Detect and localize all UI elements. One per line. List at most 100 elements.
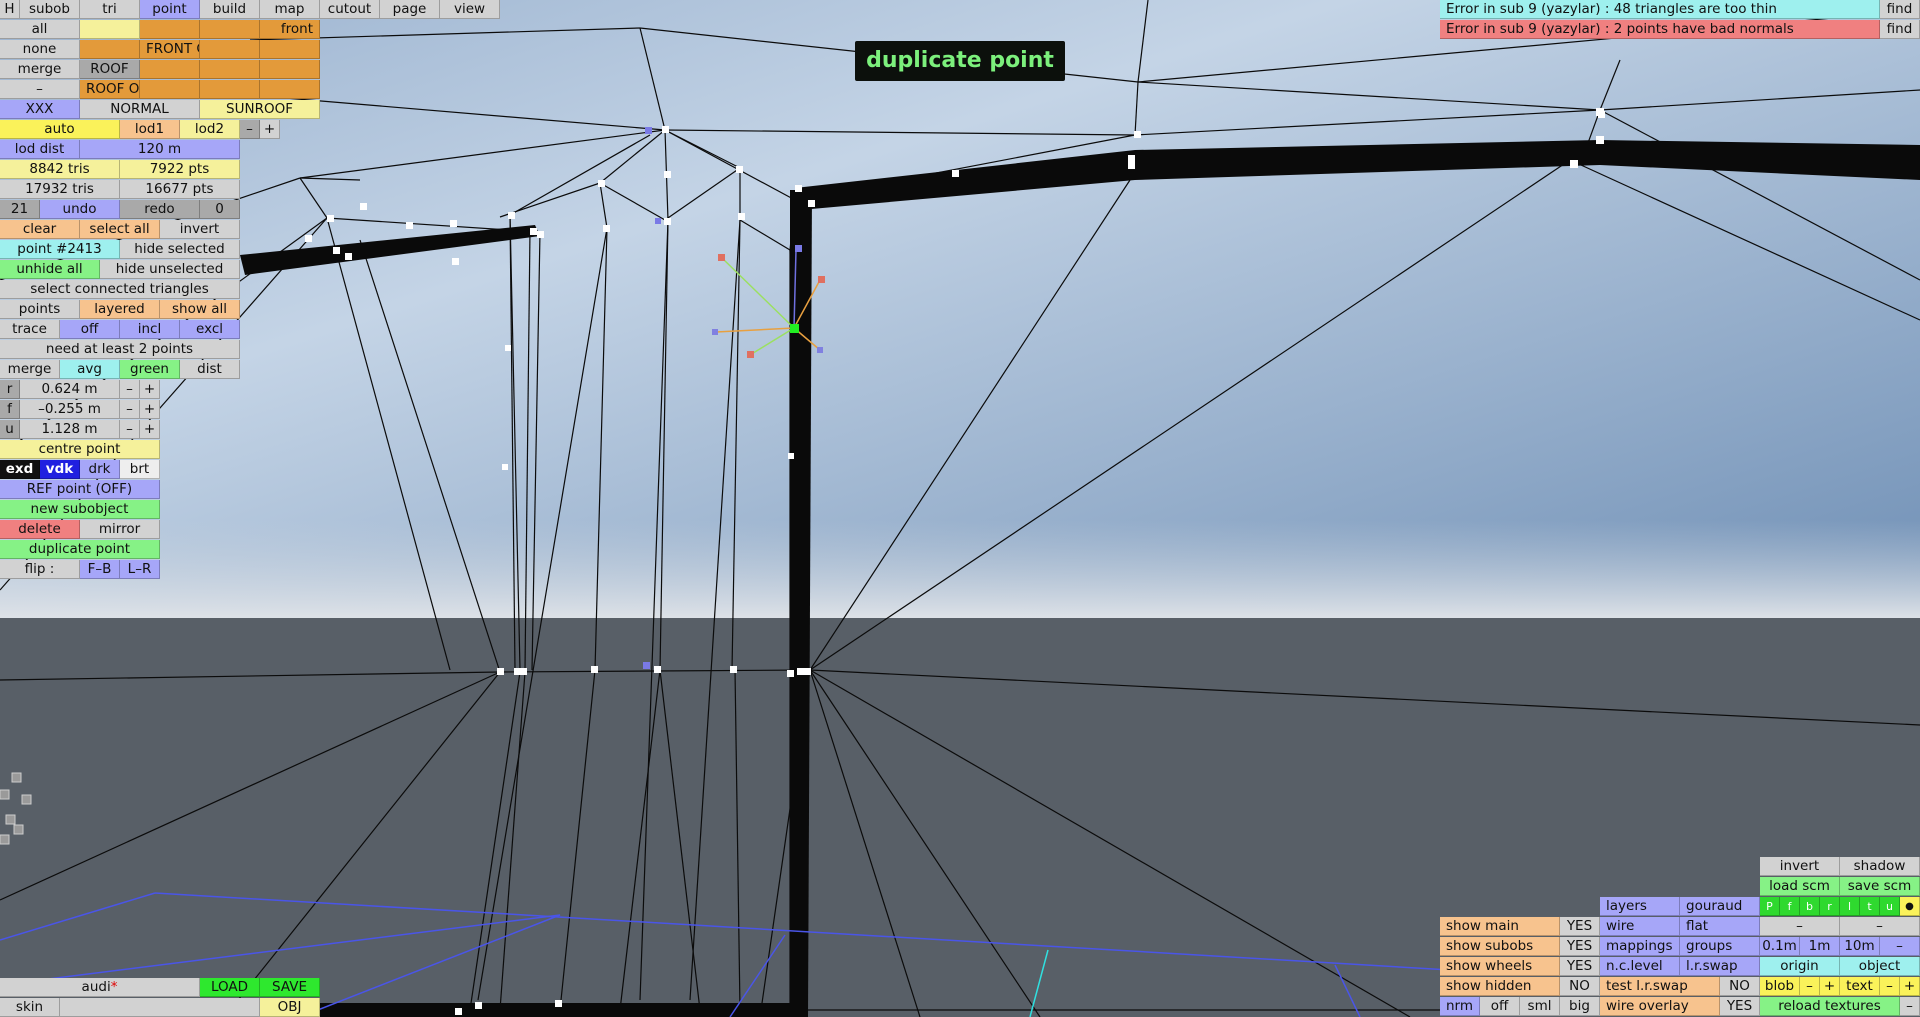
select-all-button[interactable]: select all: [80, 220, 160, 239]
layered-button[interactable]: layered: [80, 300, 160, 319]
redo-button[interactable]: redo: [120, 200, 200, 219]
tab-cutout[interactable]: cutout: [320, 0, 380, 19]
centre-point-button[interactable]: centre point: [0, 440, 160, 459]
group-cell[interactable]: [200, 40, 260, 59]
group-cell[interactable]: [260, 80, 320, 99]
nc-level-button[interactable]: n.c.level: [1600, 957, 1680, 976]
reload-dash-button[interactable]: –: [1900, 997, 1920, 1016]
flat-button[interactable]: flat: [1680, 917, 1760, 936]
ref-point-button[interactable]: REF point (OFF): [0, 480, 160, 499]
flip-fb-button[interactable]: F–B: [80, 560, 120, 579]
coord-f-minus[interactable]: –: [120, 400, 140, 419]
groups-button[interactable]: groups: [1680, 937, 1760, 956]
group-cell[interactable]: [140, 80, 200, 99]
text-plus-button[interactable]: +: [1900, 977, 1920, 996]
obj-button[interactable]: OBJ: [260, 998, 320, 1017]
tab-tri[interactable]: tri: [80, 0, 140, 19]
layer-p-button[interactable]: P: [1760, 897, 1780, 916]
tab-point[interactable]: point: [140, 0, 200, 19]
merge-button[interactable]: merge: [0, 360, 60, 379]
dist-dash-right[interactable]: –: [1840, 917, 1920, 936]
group-front-g[interactable]: FRONT G: [140, 40, 200, 59]
text-button[interactable]: text: [1840, 977, 1880, 996]
3d-viewport[interactable]: [0, 0, 1920, 1017]
new-subobject-button[interactable]: new subobject: [0, 500, 160, 519]
normals-off-button[interactable]: off: [1480, 997, 1520, 1016]
trace-incl-button[interactable]: incl: [120, 320, 180, 339]
coord-r-minus[interactable]: –: [120, 380, 140, 399]
load-scm-button[interactable]: load scm: [1760, 877, 1840, 896]
show-all-button[interactable]: show all: [160, 300, 240, 319]
lod2-button[interactable]: lod2: [180, 120, 240, 139]
view-exd-button[interactable]: exd: [0, 460, 40, 479]
show-wheels-toggle[interactable]: show wheels: [1440, 957, 1560, 976]
step-1m-button[interactable]: 1m: [1800, 937, 1840, 956]
layers-button[interactable]: layers: [1600, 897, 1680, 916]
normals-nrm-button[interactable]: nrm: [1440, 997, 1480, 1016]
gouraud-button[interactable]: gouraud: [1680, 897, 1760, 916]
tab-build[interactable]: build: [200, 0, 260, 19]
trace-excl-button[interactable]: excl: [180, 320, 240, 339]
group-roof-op[interactable]: ROOF OP: [80, 80, 140, 99]
show-main-toggle[interactable]: show main: [1440, 917, 1560, 936]
trace-off-button[interactable]: off: [60, 320, 120, 339]
tab-subob[interactable]: subob: [20, 0, 80, 19]
show-hidden-value[interactable]: NO: [1560, 977, 1600, 996]
blob-minus-button[interactable]: –: [1800, 977, 1820, 996]
mirror-button[interactable]: mirror: [80, 520, 160, 539]
step-10m-button[interactable]: 10m: [1840, 937, 1880, 956]
lod-minus-button[interactable]: –: [240, 120, 260, 139]
wire-overlay-value[interactable]: YES: [1720, 997, 1760, 1016]
merge-green-button[interactable]: green: [120, 360, 180, 379]
invert-button[interactable]: invert: [1760, 857, 1840, 876]
layer-b-button[interactable]: b: [1800, 897, 1820, 916]
reload-textures-button[interactable]: reload textures: [1760, 997, 1900, 1016]
coord-r-plus[interactable]: +: [140, 380, 160, 399]
merge-avg-button[interactable]: avg: [60, 360, 120, 379]
tab-help[interactable]: H: [0, 0, 20, 19]
group-normal[interactable]: NORMAL: [80, 100, 200, 119]
merge-dist-button[interactable]: dist: [180, 360, 240, 379]
view-vdk-button[interactable]: vdk: [40, 460, 80, 479]
test-lr-swap-value[interactable]: NO: [1720, 977, 1760, 996]
clear-selection-button[interactable]: clear: [0, 220, 80, 239]
lod-dist-value[interactable]: 120 m: [80, 140, 240, 159]
wire-overlay-toggle[interactable]: wire overlay: [1600, 997, 1720, 1016]
step-0.1m-button[interactable]: 0.1m: [1760, 937, 1800, 956]
points-button[interactable]: points: [0, 300, 80, 319]
wire-button[interactable]: wire: [1600, 917, 1680, 936]
error-message[interactable]: Error in sub 9 (yazylar) : 48 triangles …: [1440, 0, 1880, 19]
group-cell[interactable]: [140, 20, 200, 39]
text-minus-button[interactable]: –: [1880, 977, 1900, 996]
group-cell[interactable]: [260, 40, 320, 59]
model-name[interactable]: audi*: [0, 978, 200, 997]
lod-auto-button[interactable]: auto: [0, 120, 120, 139]
group-xxx[interactable]: XXX: [0, 100, 80, 119]
flip-lr-button[interactable]: L–R: [120, 560, 160, 579]
group-cell[interactable]: [200, 60, 260, 79]
undo-button[interactable]: undo: [40, 200, 120, 219]
group-cell[interactable]: [80, 40, 140, 59]
group-cell[interactable]: [80, 20, 140, 39]
duplicate-point-button[interactable]: duplicate point: [0, 540, 160, 559]
save-scm-button[interactable]: save scm: [1840, 877, 1920, 896]
merge-groups-button[interactable]: merge: [0, 60, 80, 79]
blob-button[interactable]: blob: [1760, 977, 1800, 996]
test-lr-swap-toggle[interactable]: test l.r.swap: [1600, 977, 1720, 996]
blob-plus-button[interactable]: +: [1820, 977, 1840, 996]
group-sunroof[interactable]: SUNROOF: [200, 100, 320, 119]
coord-u-value[interactable]: 1.128 m: [20, 420, 120, 439]
layer-f-button[interactable]: f: [1780, 897, 1800, 916]
lod1-button[interactable]: lod1: [120, 120, 180, 139]
group-cell[interactable]: [260, 60, 320, 79]
save-button[interactable]: SAVE: [260, 978, 320, 997]
coord-u-minus[interactable]: –: [120, 420, 140, 439]
hide-selected-button[interactable]: hide selected: [120, 240, 240, 259]
show-hidden-toggle[interactable]: show hidden: [1440, 977, 1560, 996]
select-all-groups-button[interactable]: all: [0, 20, 80, 39]
layer-t-button[interactable]: t: [1860, 897, 1880, 916]
coord-u-plus[interactable]: +: [140, 420, 160, 439]
view-drk-button[interactable]: drk: [80, 460, 120, 479]
object-button[interactable]: object: [1840, 957, 1920, 976]
error-find-button[interactable]: find: [1880, 20, 1920, 39]
